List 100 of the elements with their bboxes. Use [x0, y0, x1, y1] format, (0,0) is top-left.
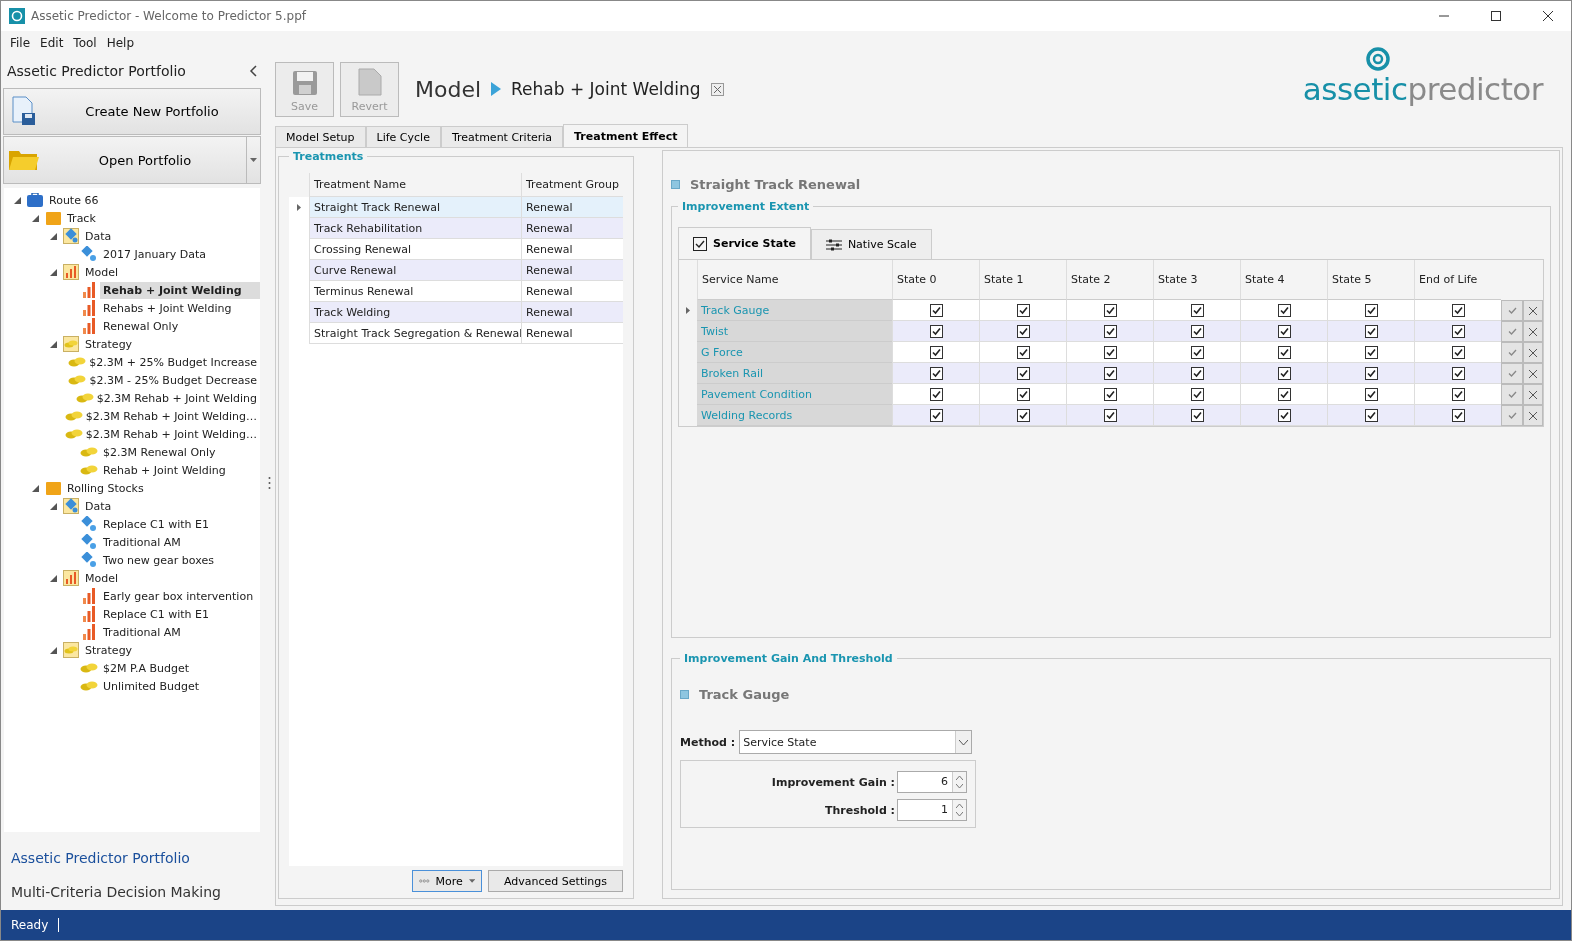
tree-item[interactable]: Renewal Only: [100, 317, 182, 335]
checked-checkbox[interactable]: [1277, 324, 1291, 338]
delete-button[interactable]: [1523, 321, 1543, 342]
checked-checkbox[interactable]: [1451, 408, 1465, 422]
tree-item[interactable]: Rehabs + Joint Welding: [100, 299, 235, 317]
checked-checkbox[interactable]: [1451, 366, 1465, 380]
collapse-arrow-icon[interactable]: [49, 340, 57, 348]
tree-item[interactable]: 2017 January Data: [100, 245, 209, 263]
checked-checkbox[interactable]: [1016, 303, 1030, 317]
tree-item[interactable]: $2.3M + 25% Budget Increase: [86, 353, 260, 371]
tree-item[interactable]: $2.3M Rehab + Joint Welding…: [82, 425, 260, 443]
collapse-arrow-icon[interactable]: [49, 268, 57, 276]
checked-checkbox[interactable]: [1190, 408, 1204, 422]
checked-checkbox[interactable]: [1277, 366, 1291, 380]
checked-checkbox[interactable]: [929, 324, 943, 338]
tree-item[interactable]: Track: [64, 209, 99, 227]
checked-checkbox[interactable]: [1364, 408, 1378, 422]
table-cell[interactable]: Curve Renewal: [309, 260, 521, 281]
tree-item[interactable]: $2M P.A Budget: [100, 659, 192, 677]
checked-checkbox[interactable]: [929, 408, 943, 422]
table-cell[interactable]: Renewal: [521, 239, 623, 260]
tree-item[interactable]: Replace C1 with E1: [100, 515, 212, 533]
checked-checkbox[interactable]: [1277, 387, 1291, 401]
checked-checkbox[interactable]: [1016, 324, 1030, 338]
tree-item[interactable]: Model: [82, 263, 122, 281]
checked-checkbox[interactable]: [929, 303, 943, 317]
checked-checkbox[interactable]: [1103, 324, 1117, 338]
collapse-arrow-icon[interactable]: [49, 502, 57, 510]
delete-button[interactable]: [1523, 363, 1543, 384]
tree-item[interactable]: Early gear box intervention: [100, 587, 257, 605]
number-field[interactable]: 1: [897, 799, 967, 821]
number-field[interactable]: 6: [897, 771, 967, 793]
tab[interactable]: Service State: [678, 227, 811, 259]
tree-item[interactable]: Two new gear boxes: [100, 551, 217, 569]
portfolio-button[interactable]: Open Portfolio: [3, 136, 261, 185]
menu-item[interactable]: Edit: [35, 36, 69, 50]
delete-button[interactable]: [1523, 300, 1543, 321]
tree-item[interactable]: Strategy: [82, 641, 136, 659]
tree-item[interactable]: Data: [82, 227, 115, 245]
collapse-arrow-icon[interactable]: [49, 646, 57, 654]
checked-checkbox[interactable]: [1190, 324, 1204, 338]
table-cell[interactable]: Renewal: [521, 260, 623, 281]
method-dropdown[interactable]: Service State: [739, 730, 973, 754]
checked-checkbox[interactable]: [1103, 387, 1117, 401]
checked-checkbox[interactable]: [1103, 408, 1117, 422]
tree-item[interactable]: Strategy: [82, 335, 136, 353]
tree-item[interactable]: Route 66: [46, 191, 102, 209]
menu-item[interactable]: Tool: [68, 36, 102, 50]
tree-item[interactable]: $2.3M Rehab + Joint Welding: [93, 389, 260, 407]
tree-item[interactable]: $2.3M Renewal Only: [100, 443, 219, 461]
collapse-arrow-icon[interactable]: [49, 232, 57, 240]
menu-item[interactable]: File: [5, 36, 36, 50]
checked-checkbox[interactable]: [1190, 387, 1204, 401]
checked-checkbox[interactable]: [929, 387, 943, 401]
table-cell[interactable]: Renewal: [521, 302, 623, 323]
tree-item[interactable]: Unlimited Budget: [100, 677, 203, 695]
close-button[interactable]: [710, 82, 724, 96]
checked-checkbox[interactable]: [1364, 387, 1378, 401]
checked-checkbox[interactable]: [1103, 345, 1117, 359]
checked-checkbox[interactable]: [1451, 387, 1465, 401]
tree-item[interactable]: Traditional AM: [100, 533, 184, 551]
tab[interactable]: Life Cycle: [365, 126, 441, 148]
table-cell[interactable]: Straight Track Renewal: [309, 197, 521, 218]
checked-checkbox[interactable]: [1016, 345, 1030, 359]
checked-checkbox[interactable]: [1277, 303, 1291, 317]
checked-checkbox[interactable]: [1364, 366, 1378, 380]
checked-checkbox[interactable]: [1190, 366, 1204, 380]
checked-checkbox[interactable]: [1451, 345, 1465, 359]
delete-button[interactable]: [1523, 342, 1543, 363]
checked-checkbox[interactable]: [1103, 366, 1117, 380]
table-cell[interactable]: Track Welding: [309, 302, 521, 323]
checked-checkbox[interactable]: [1277, 408, 1291, 422]
checked-checkbox[interactable]: [1451, 324, 1465, 338]
tab[interactable]: Treatment Effect: [563, 124, 689, 148]
collapse-chevron-icon[interactable]: [249, 64, 257, 77]
menu-item[interactable]: Help: [101, 36, 139, 50]
tab[interactable]: Model Setup: [275, 126, 366, 148]
collapse-arrow-icon[interactable]: [13, 196, 21, 204]
tree-item[interactable]: Model: [82, 569, 122, 587]
table-cell[interactable]: Terminus Renewal: [309, 281, 521, 302]
delete-button[interactable]: [1523, 405, 1543, 426]
checked-checkbox[interactable]: [1277, 345, 1291, 359]
tree-item[interactable]: Data: [82, 497, 115, 515]
checked-checkbox[interactable]: [1190, 345, 1204, 359]
tree-item[interactable]: Rehab + Joint Welding: [100, 461, 229, 479]
delete-button[interactable]: [1523, 384, 1543, 405]
checked-checkbox[interactable]: [1016, 366, 1030, 380]
table-cell[interactable]: Track Rehabilitation: [309, 218, 521, 239]
settings-button[interactable]: Advanced Settings: [488, 870, 623, 892]
checked-checkbox[interactable]: [1451, 303, 1465, 317]
tree-item[interactable]: Rehab + Joint Welding: [100, 281, 260, 299]
tree-item[interactable]: $2.3M - 25% Budget Decrease: [86, 371, 260, 389]
tab[interactable]: Native Scale: [810, 229, 932, 259]
tree-item[interactable]: Replace C1 with E1: [100, 605, 212, 623]
table-cell[interactable]: Renewal: [521, 281, 623, 302]
checked-checkbox[interactable]: [1364, 345, 1378, 359]
tab[interactable]: Treatment Criteria: [440, 126, 564, 148]
table-cell[interactable]: Renewal: [521, 323, 623, 344]
checked-checkbox[interactable]: [929, 366, 943, 380]
table-cell[interactable]: Straight Track Segregation & Renewal: [309, 323, 521, 344]
